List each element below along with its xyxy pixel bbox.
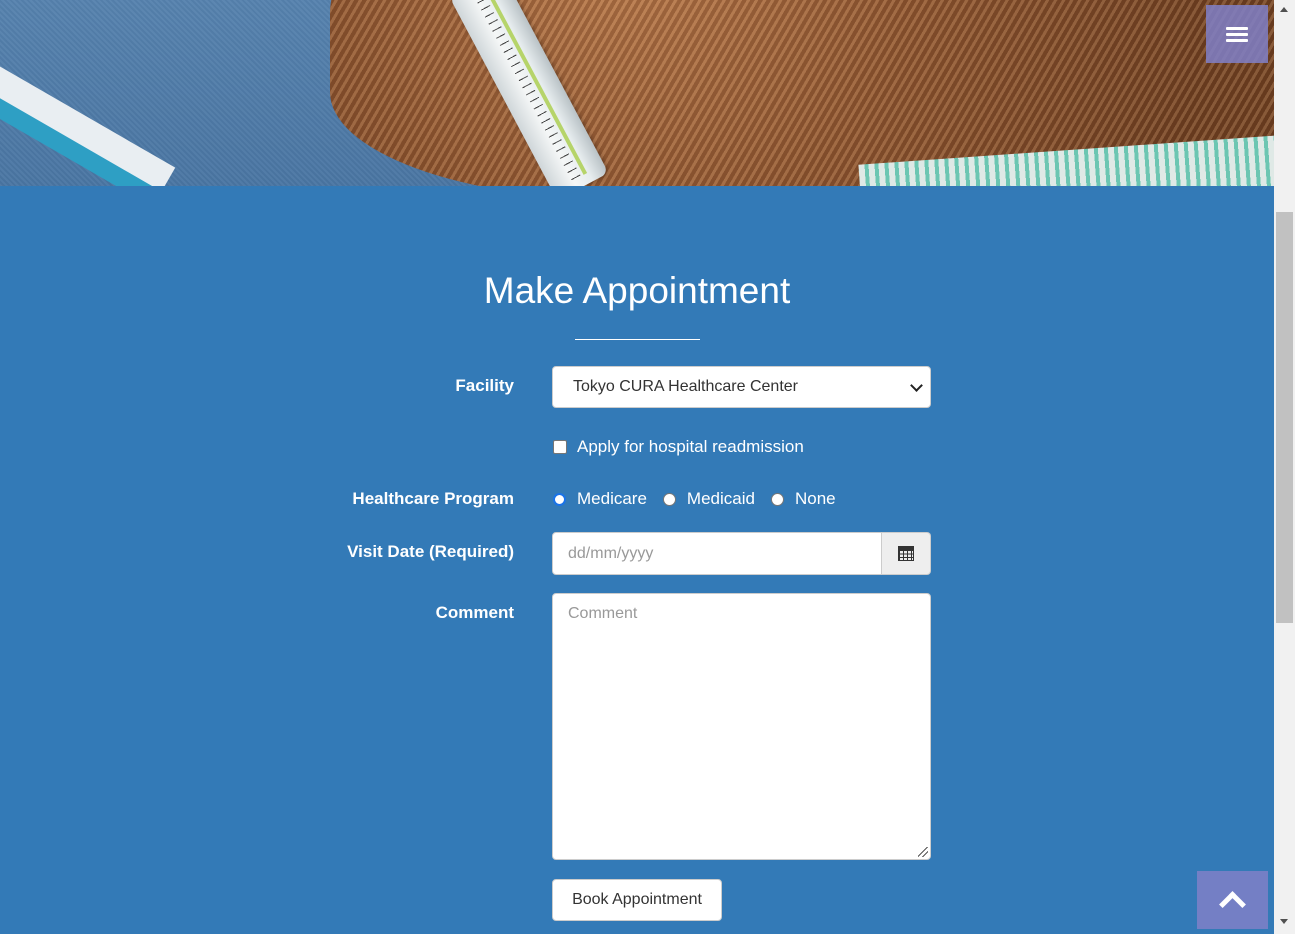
calendar-button[interactable] — [882, 532, 931, 575]
visit-date-group: dd/mm/yyyy — [552, 532, 931, 575]
facility-label: Facility — [455, 376, 514, 395]
readmission-row[interactable]: Apply for hospital readmission — [553, 437, 804, 457]
facility-selected-value: Tokyo CURA Healthcare Center — [573, 378, 798, 395]
visit-date-label: Visit Date (Required) — [347, 542, 514, 561]
chevron-up-icon — [1219, 890, 1246, 918]
radio-medicaid-label[interactable]: Medicaid — [687, 489, 755, 509]
page-title: Make Appointment — [483, 270, 791, 311]
radio-medicaid[interactable] — [662, 492, 676, 506]
facility-select[interactable]: Tokyo CURA Healthcare Center — [552, 366, 931, 408]
title-divider — [575, 339, 700, 340]
readmission-checkbox[interactable] — [553, 440, 567, 454]
scroll-down-arrow-icon[interactable] — [1280, 919, 1288, 924]
scroll-up-arrow-icon[interactable] — [1280, 7, 1288, 12]
comment-placeholder: Comment — [568, 605, 638, 622]
radio-medicare-label[interactable]: Medicare — [577, 489, 647, 509]
menu-toggle-button[interactable] — [1206, 5, 1268, 63]
radio-none-label[interactable]: None — [795, 489, 836, 509]
comment-label: Comment — [435, 603, 514, 622]
hero-image — [0, 0, 1274, 186]
radio-none[interactable] — [770, 492, 784, 506]
scrollbar-thumb[interactable] — [1276, 212, 1293, 623]
program-label: Healthcare Program — [352, 489, 514, 508]
book-appointment-button[interactable]: Book Appointment — [552, 879, 722, 921]
visit-date-input[interactable]: dd/mm/yyyy — [552, 532, 882, 575]
calendar-icon — [898, 546, 914, 561]
bars-icon — [1226, 24, 1248, 45]
program-radio-group: Medicare Medicaid None — [553, 489, 852, 509]
radio-medicare[interactable] — [553, 492, 566, 506]
resize-grip-icon[interactable] — [918, 847, 928, 857]
chevron-down-icon — [910, 379, 923, 392]
comment-textarea[interactable]: Comment — [552, 593, 931, 860]
scroll-to-top-button[interactable] — [1197, 871, 1268, 929]
page-scrollbar[interactable] — [1274, 0, 1295, 934]
readmission-label[interactable]: Apply for hospital readmission — [577, 437, 804, 457]
